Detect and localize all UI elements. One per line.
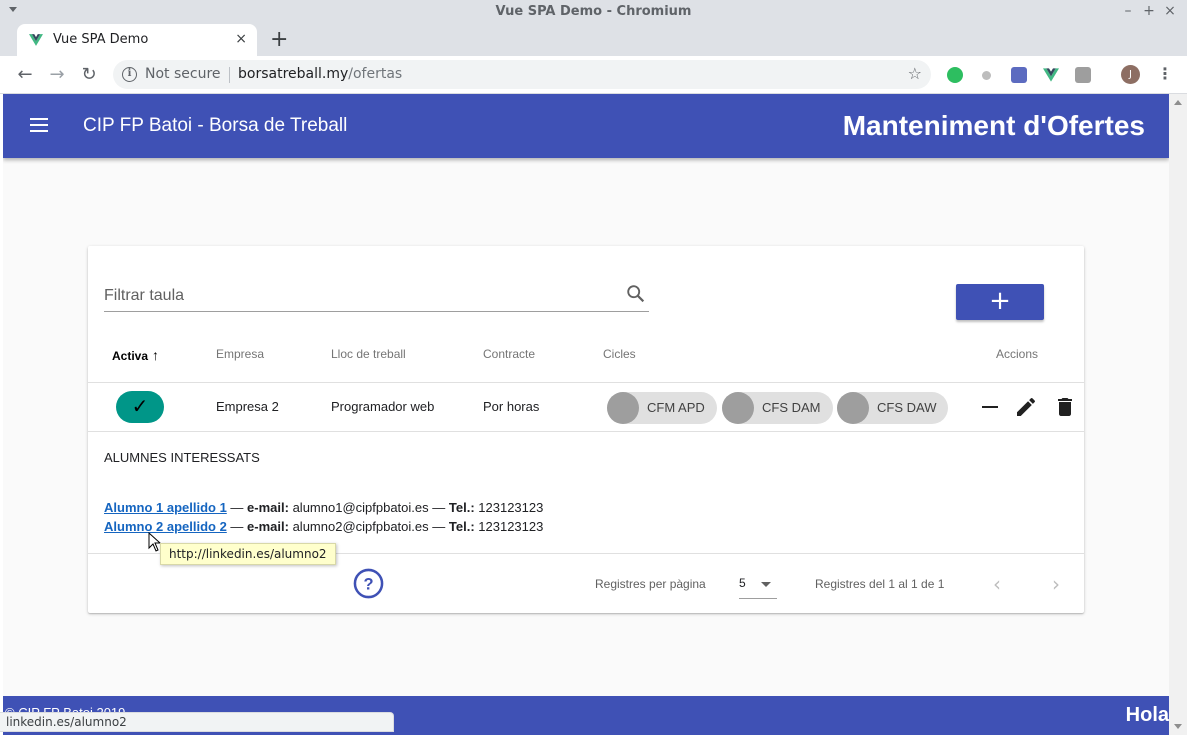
url-path: /ofertas [348,66,403,82]
student-email: alumno2@cipfpbatoi.es [292,519,429,534]
chip-label: CFS DAW [877,400,937,415]
maximize-button[interactable]: + [1141,3,1157,19]
puzzle-extension-icon[interactable] [1075,67,1091,83]
column-header-location[interactable]: Lloc de treball [331,347,406,361]
student-tel: 123123123 [478,519,544,534]
dropdown-caret-icon [761,582,771,587]
rows-per-page-value: 5 [739,576,746,590]
search-icon [627,285,645,303]
add-offer-button[interactable]: + [956,284,1044,320]
delete-icon[interactable] [1053,395,1077,419]
column-header-actions: Accions [996,347,1039,361]
page-title: Manteniment d'Ofertes [842,110,1145,141]
column-header-contract[interactable]: Contracte [483,347,535,361]
tab-title: Vue SPA Demo [53,32,149,47]
separator: — [432,519,446,534]
filter-input[interactable] [104,282,604,310]
bookmark-star-icon[interactable]: ☆ [908,64,922,83]
back-icon[interactable]: ← [14,64,36,85]
interested-students-title: ALUMNES INTERESSATS [104,450,260,465]
close-window-button[interactable]: × [1162,3,1178,19]
filter-field[interactable] [104,282,649,312]
browser-menu-icon[interactable]: ⋮ [1157,64,1173,83]
email-label: e-mail: [247,519,289,534]
student-tel: 123123123 [478,500,544,515]
page-viewport: CIP FP Batoi - Borsa de Treball Mantenim… [3,94,1169,735]
chip-avatar [722,392,754,424]
cell-company: Empresa 2 [216,399,279,414]
greeting-text: Hola [1125,704,1169,726]
chip-label: CFM APD [647,400,705,415]
separator: — [230,500,244,515]
student-email: alumno1@cipfpbatoi.es [292,500,429,515]
info-icon[interactable]: i [122,67,137,82]
rows-per-page-label: Registres per pàgina [595,577,706,591]
omnibox-divider [229,67,230,83]
tel-label: Tel.: [448,519,475,534]
window-title: Vue SPA Demo - Chromium [495,4,692,19]
offers-table-card: + Activa↑ Empresa Lloc de treball Contra… [88,246,1084,613]
previous-page-icon[interactable]: ‹ [993,572,1001,596]
vue-devtools-icon[interactable] [1043,67,1059,83]
cycle-chip[interactable]: CFM APD [607,392,717,424]
student-link[interactable]: Alumno 2 apellido 2 [104,519,227,534]
cell-location: Programador web [331,399,435,414]
tab-vue-spa-demo[interactable]: Vue SPA Demo × [17,24,257,56]
column-header-company[interactable]: Empresa [216,347,264,361]
minimize-button[interactable]: – [1120,3,1136,19]
browser-toolbar: ← → ↻ i Not secure borsatreball.my/ofert… [0,56,1187,94]
app-toolbar: CIP FP Batoi - Borsa de Treball Mantenim… [3,94,1169,158]
link-status-bubble: linkedin.es/alumno2 [0,712,394,732]
table-header: Activa ↑ Empresa Lloc de treball Contract… [88,326,1084,383]
address-bar[interactable]: i Not secure borsatreball.my/ofertas ☆ [113,60,931,89]
vue-logo-icon [29,34,43,46]
cell-contract: Por horas [483,399,540,414]
active-toggle-button[interactable]: ✓ [116,391,164,423]
table-footer: ? Registres per pàgina 5 Registres del 1… [88,555,1084,613]
extension-dot-icon[interactable] [982,71,991,80]
separator: — [432,500,446,515]
help-icon[interactable]: ? [353,568,384,599]
pagination-range: Registres del 1 al 1 de 1 [815,577,945,591]
student-entry: Alumno 2 apellido 2 — e-mail: alumno2@ci… [104,519,543,534]
scroll-up-icon[interactable] [1174,100,1182,105]
profile-avatar[interactable]: J [1121,65,1140,84]
collapse-icon[interactable] [978,395,1002,419]
separator: — [230,519,244,534]
tab-strip: Vue SPA Demo × + [0,24,1187,56]
next-page-icon[interactable]: › [1052,572,1060,596]
window-titlebar: Vue SPA Demo - Chromium – + × [0,0,1187,24]
email-label: e-mail: [247,500,289,515]
chip-label: CFS DAM [762,400,821,415]
svg-text:?: ? [363,575,373,593]
tab-close-icon[interactable]: × [235,31,247,47]
edit-icon[interactable] [1014,395,1038,419]
student-link[interactable]: Alumno 1 apellido 1 [104,500,227,515]
column-header-active[interactable]: Activa ↑ [112,347,159,363]
scroll-down-icon[interactable] [1174,724,1182,729]
r-extension-icon[interactable] [1011,67,1027,83]
app-title: CIP FP Batoi - Borsa de Treball [83,115,348,136]
column-header-active-label: Activa [112,349,149,363]
interested-students-panel: ALUMNES INTERESSATS Alumno 1 apellido 1 … [88,432,1084,565]
table-row[interactable]: ✓ Empresa 2 Programador web Por horas CF… [88,383,1084,432]
security-label[interactable]: Not secure [145,66,221,82]
tel-label: Tel.: [448,500,475,515]
rows-per-page-select[interactable]: 5 [739,569,777,599]
chip-avatar [837,392,869,424]
url-text[interactable]: borsatreball.my/ofertas [238,66,402,82]
url-host: borsatreball.my [238,66,349,82]
menu-icon[interactable] [30,118,48,132]
page-scrollbar[interactable] [1169,94,1187,735]
cycle-chip[interactable]: CFS DAW [837,392,949,424]
forward-icon[interactable]: → [46,64,68,85]
chip-avatar [607,392,639,424]
sort-ascending-icon[interactable]: ↑ [152,347,159,363]
student-entry: Alumno 1 apellido 1 — e-mail: alumno1@ci… [104,500,543,515]
column-header-cycles[interactable]: Cicles [603,347,636,361]
new-tab-button[interactable]: + [270,27,288,52]
reload-icon[interactable]: ↻ [78,64,100,85]
cycle-chip[interactable]: CFS DAM [722,392,833,424]
evernote-extension-icon[interactable] [947,67,963,83]
